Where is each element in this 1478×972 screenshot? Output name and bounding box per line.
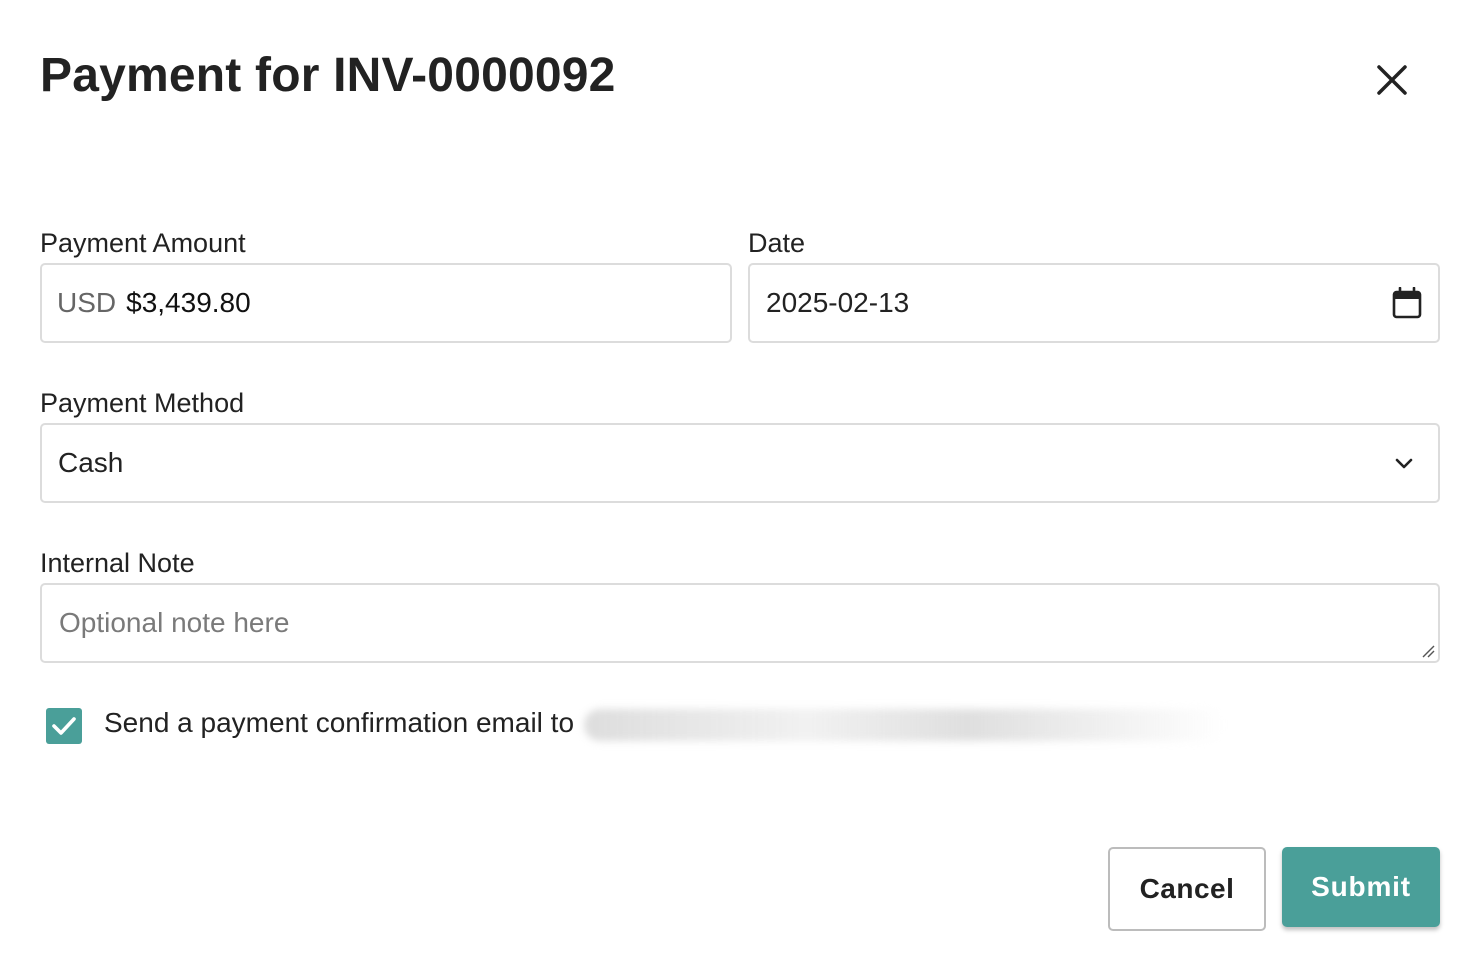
payment-method-select[interactable]: Cash: [40, 423, 1440, 503]
close-icon: [1377, 65, 1407, 95]
confirmation-label: Send a payment confirmation email to: [104, 707, 575, 738]
payment-method-label: Payment Method: [40, 388, 245, 418]
date-label: Date: [748, 228, 806, 258]
cancel-button[interactable]: Cancel: [1108, 847, 1266, 931]
date-value: 2025-02-13: [766, 287, 910, 318]
chevron-down-icon: [1394, 456, 1414, 470]
payment-dialog: Payment for INV-0000092 Payment Amount U…: [0, 0, 1478, 972]
payment-amount-input[interactable]: USD $3,439.80: [40, 263, 732, 343]
resize-handle-icon[interactable]: [1421, 644, 1435, 658]
dialog-title: Payment for INV-0000092: [40, 49, 616, 102]
payment-amount-value: $3,439.80: [126, 287, 251, 318]
close-button[interactable]: [1368, 56, 1416, 104]
payment-amount-label: Payment Amount: [40, 228, 246, 258]
redacted-email: [584, 709, 1224, 741]
payment-method-value: Cash: [58, 447, 124, 478]
checkmark-icon: [52, 717, 76, 735]
calendar-icon[interactable]: [1392, 287, 1422, 319]
internal-note-textarea[interactable]: Optional note here: [40, 583, 1440, 663]
internal-note-placeholder: Optional note here: [59, 607, 290, 638]
confirmation-checkbox[interactable]: [46, 708, 82, 744]
internal-note-label: Internal Note: [40, 548, 195, 578]
date-input[interactable]: 2025-02-13: [748, 263, 1440, 343]
currency-prefix: USD: [57, 287, 117, 318]
submit-button[interactable]: Submit: [1282, 847, 1440, 927]
